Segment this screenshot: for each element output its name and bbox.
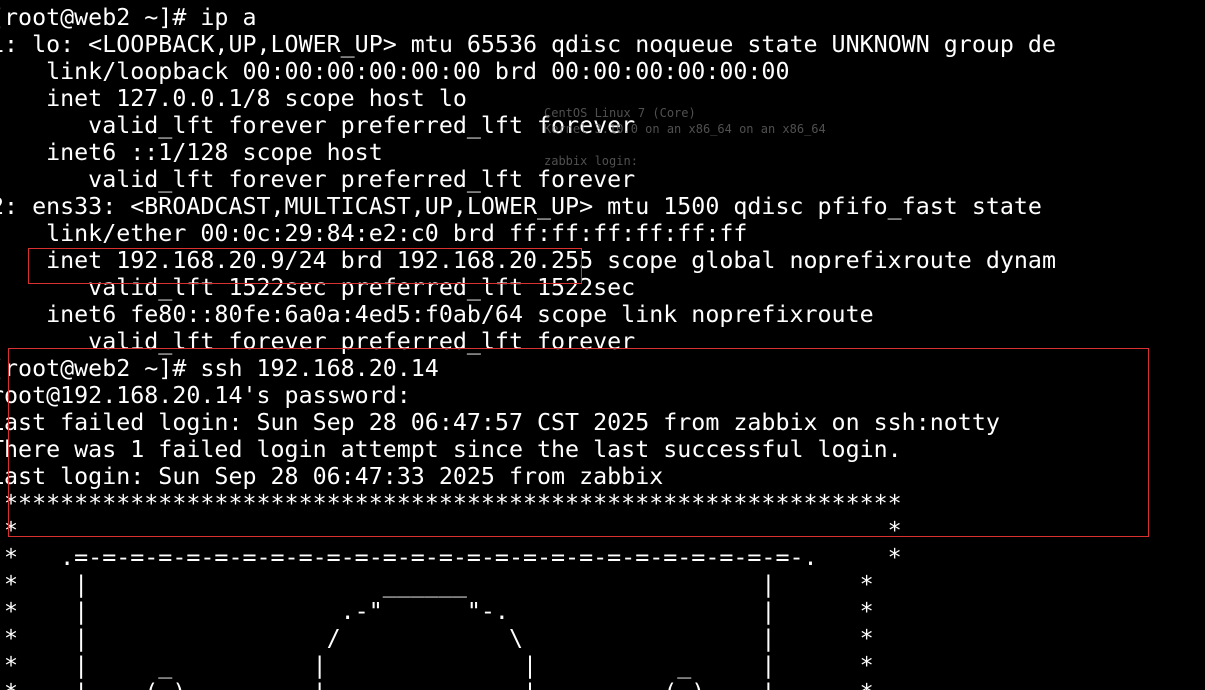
terminal-line-ens33-inet6-lft: valid_lft forever preferred_lft forever: [0, 328, 636, 355]
terminal-line-ens33-inet-lft: valid_lft 1522sec preferred_lft 1522sec: [0, 274, 636, 301]
banner-line: * | / \ | *: [0, 625, 874, 652]
terminal-line-ens33-inet6: inet6 fe80::80fe:6a0a:4ed5:f0ab/64 scope…: [0, 301, 874, 328]
terminal-line-lo-inet: inet 127.0.0.1/8 scope host lo: [0, 85, 467, 112]
banner-line: * *: [0, 517, 902, 544]
terminal-line-lo-link: link/loopback 00:00:00:00:00:00 brd 00:0…: [0, 58, 790, 85]
banner-line: * .=-=-=-=-=-=-=-=-=-=-=-=-=-=-=-=-=-=-=…: [0, 544, 902, 571]
terminal-line-lo-inet-lft: valid_lft forever preferred_lft forever: [0, 112, 636, 139]
banner-line-border-top: ****************************************…: [0, 490, 902, 517]
terminal-window[interactable]: [root@web2 ~]# ip a 1: lo: <LOOPBACK,UP,…: [0, 0, 1205, 690]
ghost-overlay-os-name: CentOS Linux 7 (Core): [544, 106, 696, 120]
terminal-line-failed-attempts: There was 1 failed login attempt since t…: [0, 436, 902, 463]
ghost-overlay-kernel: Kernel 3.10.0 on an x86_64 on an x86_64: [544, 122, 826, 136]
terminal-line-ens33-link: link/ether 00:0c:29:84:e2:c0 brd ff:ff:f…: [0, 220, 748, 247]
terminal-line-prompt-ssh: [root@web2 ~]# ssh 192.168.20.14: [0, 355, 439, 382]
ghost-overlay-login: zabbix login:: [544, 154, 638, 168]
terminal-line-prompt-ip-a: [root@web2 ~]# ip a: [0, 4, 257, 31]
banner-line: * | _ | | _ | *: [0, 652, 874, 679]
terminal-line-lo-inet6-lft: valid_lft forever preferred_lft forever: [0, 166, 636, 193]
terminal-line-last-failed-login: Last failed login: Sun Sep 28 06:47:57 C…: [0, 409, 1000, 436]
terminal-line-ens33-interface: 2: ens33: <BROADCAST,MULTICAST,UP,LOWER_…: [0, 193, 1042, 220]
banner-line: * | ( ) | | ( ) | *: [0, 679, 874, 690]
terminal-line-ens33-inet: inet 192.168.20.9/24 brd 192.168.20.255 …: [0, 247, 1056, 274]
banner-line: * | ______ | *: [0, 571, 874, 598]
terminal-line-password-prompt: root@192.168.20.14's password:: [0, 382, 411, 409]
terminal-line-lo-inet6: inet6 ::1/128 scope host: [0, 139, 383, 166]
terminal-line-last-login: Last login: Sun Sep 28 06:47:33 2025 fro…: [0, 463, 664, 490]
terminal-line-lo-interface: 1: lo: <LOOPBACK,UP,LOWER_UP> mtu 65536 …: [0, 31, 1056, 58]
banner-line: * | .-" "-. | *: [0, 598, 874, 625]
